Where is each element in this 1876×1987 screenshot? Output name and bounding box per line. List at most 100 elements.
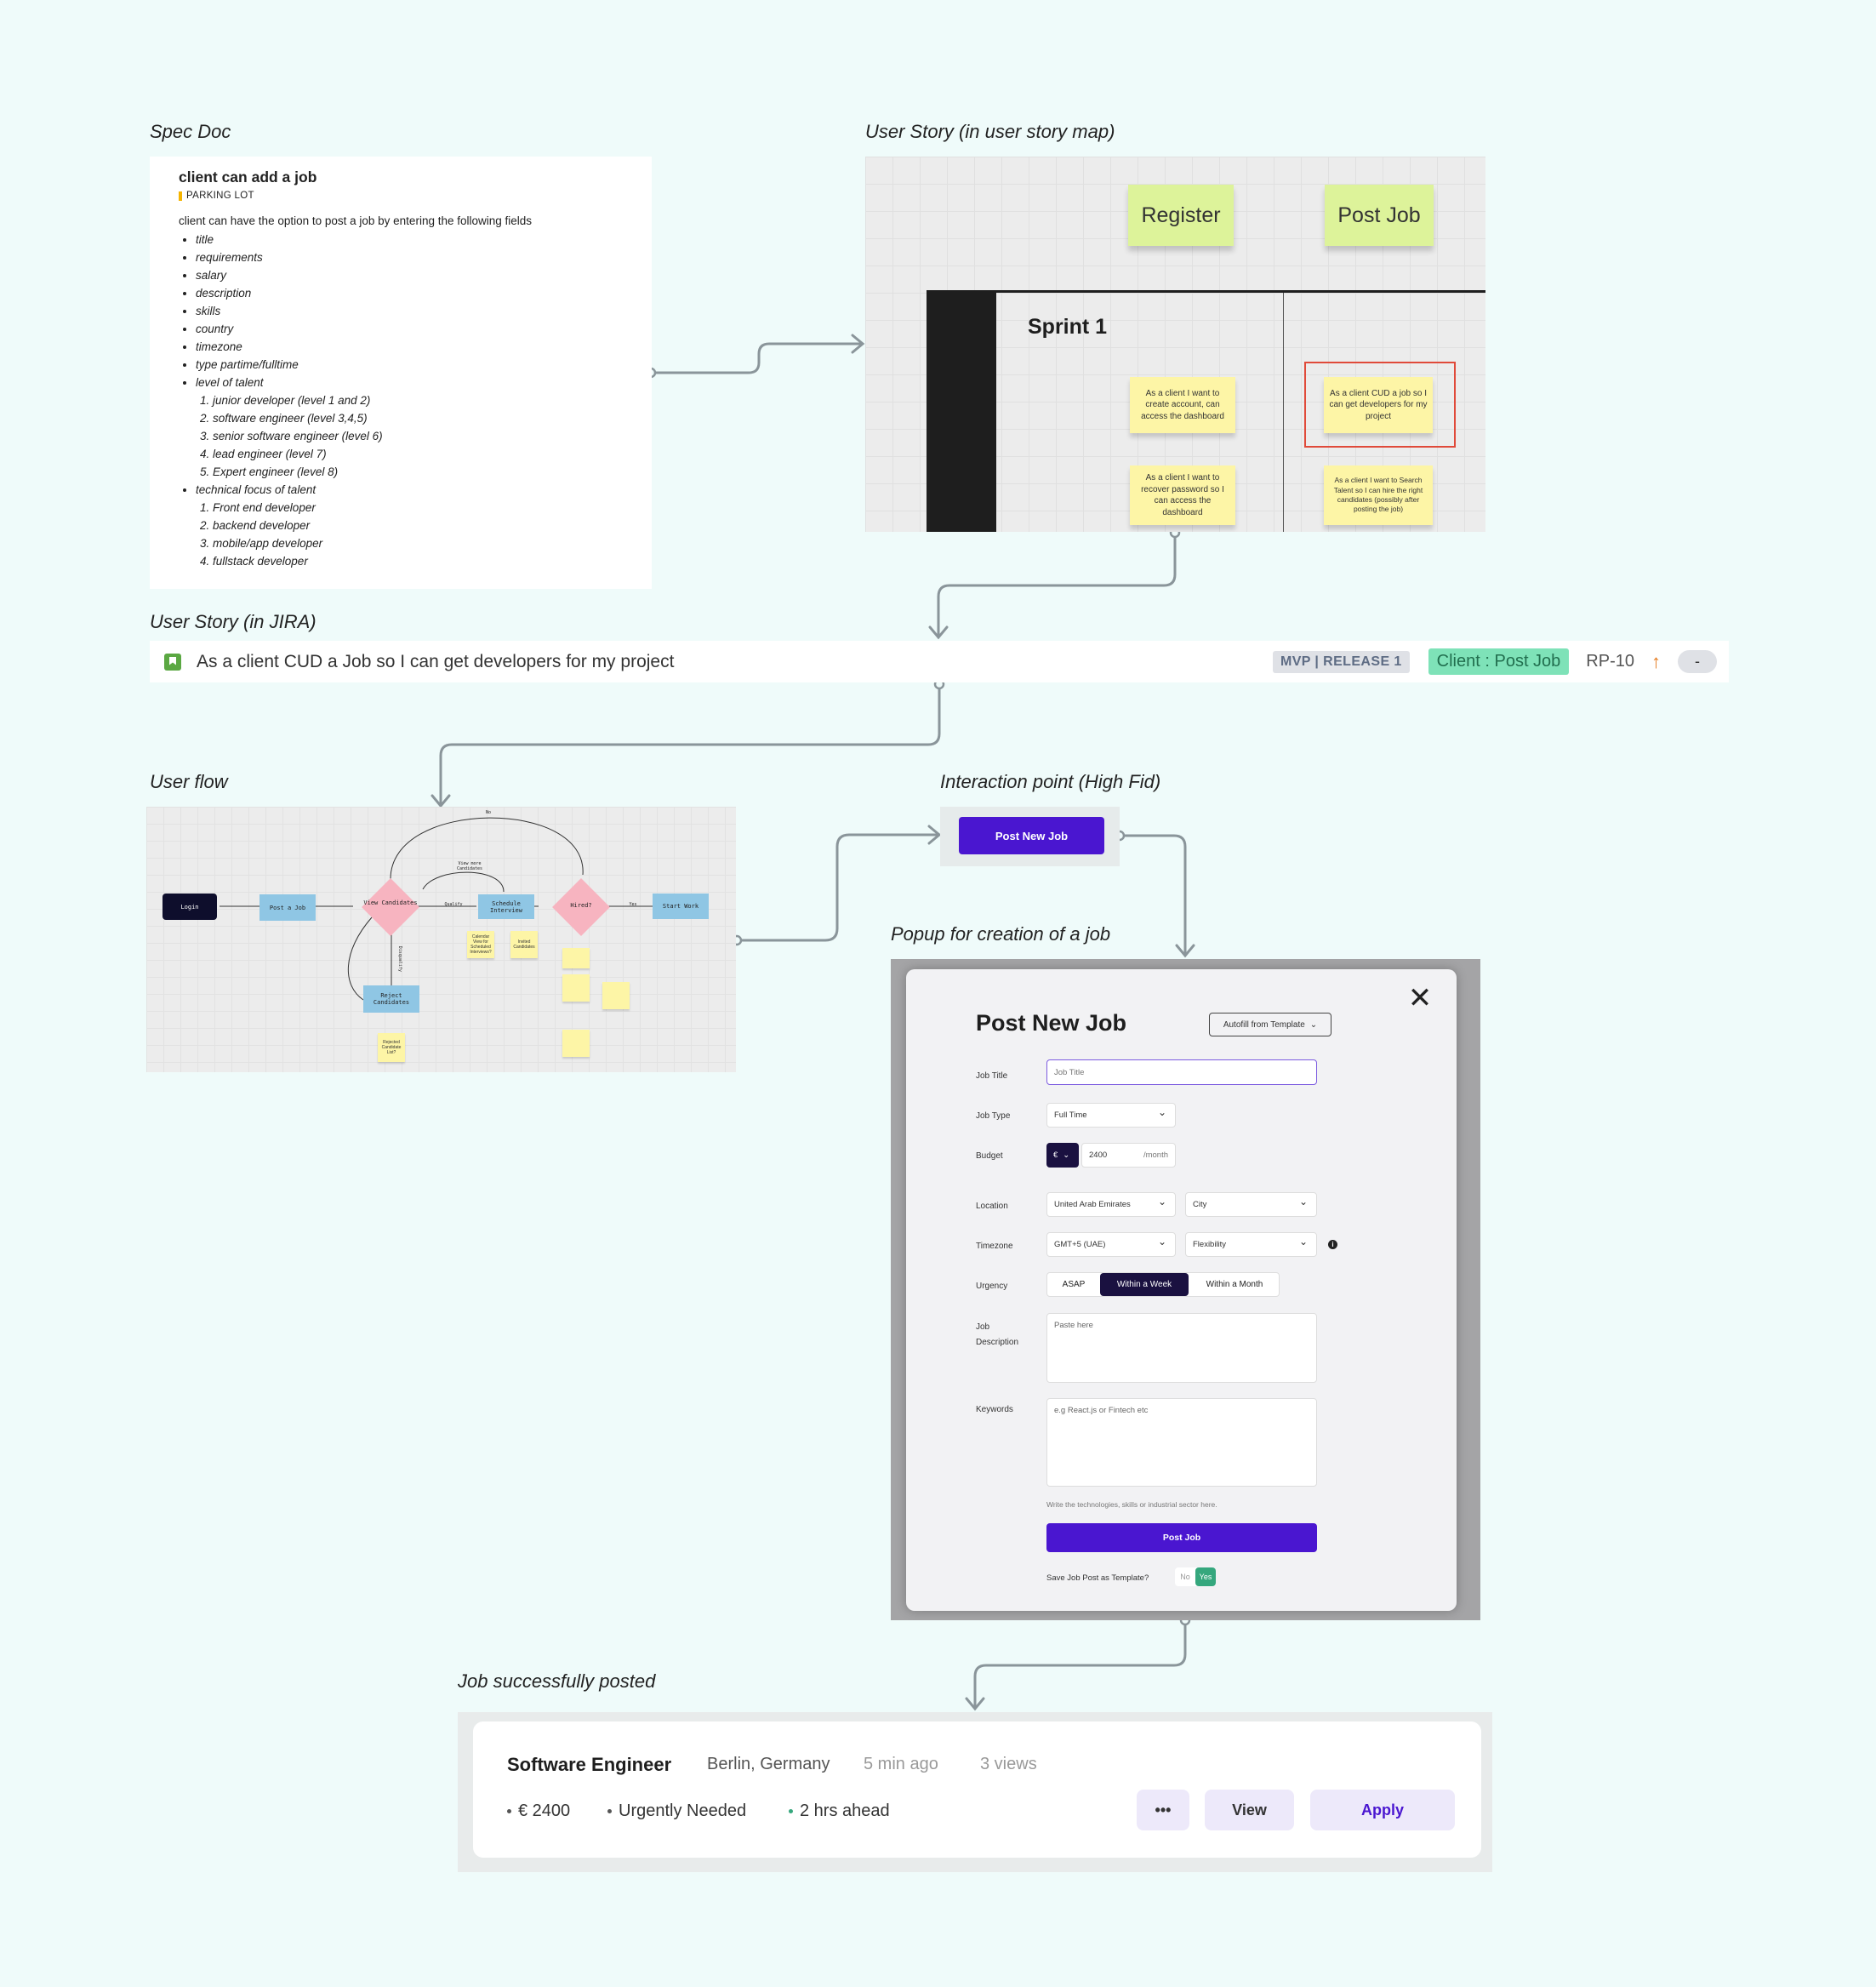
jira-issue-row[interactable]: As a client CUD a Job so I can get devel… bbox=[150, 641, 1729, 682]
story-map-label: User Story (in user story map) bbox=[865, 121, 1115, 142]
job-type-select[interactable]: Full Time bbox=[1046, 1103, 1176, 1128]
timezone-label: Timezone bbox=[976, 1242, 1013, 1251]
story-type-icon bbox=[164, 653, 181, 671]
flow-node-start-work[interactable]: Start Work bbox=[653, 894, 709, 919]
flow-note[interactable] bbox=[562, 974, 590, 1002]
flow-note[interactable] bbox=[562, 1030, 590, 1057]
more-options-button[interactable]: ••• bbox=[1137, 1790, 1189, 1830]
story-sticky-create-account[interactable]: As a client I want to create account, ca… bbox=[1130, 377, 1235, 433]
sprint-bar bbox=[927, 290, 996, 532]
budget-value: 2400 bbox=[1089, 1151, 1108, 1160]
bullet-dot bbox=[607, 1809, 612, 1814]
post-job-submit-button[interactable]: Post Job bbox=[1046, 1523, 1317, 1552]
flow-note[interactable] bbox=[602, 982, 630, 1009]
chevron-down-icon: ⌄ bbox=[1309, 1019, 1318, 1030]
flow-label-view-candidates: View Candidates bbox=[363, 899, 418, 906]
spec-doc: client can add a job PARKING LOT client … bbox=[150, 157, 652, 589]
autofill-template-dropdown[interactable]: Autofill from Template ⌄ bbox=[1209, 1013, 1331, 1036]
budget-unit: /month bbox=[1143, 1151, 1168, 1160]
flow-node-schedule-interview[interactable]: Schedule Interview bbox=[478, 894, 534, 919]
autofill-label: Autofill from Template bbox=[1223, 1019, 1305, 1030]
highlight-box bbox=[1304, 362, 1456, 448]
talent-level-list: junior developer (level 1 and 2) softwar… bbox=[213, 391, 623, 481]
popup-label: Popup for creation of a job bbox=[891, 923, 1111, 945]
job-views: 3 views bbox=[980, 1755, 1037, 1773]
job-card[interactable]: Software Engineer Berlin, Germany 5 min … bbox=[473, 1721, 1481, 1858]
urgency-option-within-week[interactable]: Within a Week bbox=[1100, 1273, 1189, 1296]
city-select[interactable]: City bbox=[1185, 1192, 1317, 1217]
talent-level-item: junior developer (level 1 and 2) bbox=[213, 391, 623, 409]
template-option-no[interactable]: No bbox=[1175, 1567, 1195, 1586]
tech-focus-list: Front end developer backend developer mo… bbox=[213, 499, 623, 570]
flow-node-reject-candidates[interactable]: Reject Candidates bbox=[363, 985, 419, 1013]
flexibility-select[interactable]: Flexibility bbox=[1185, 1232, 1317, 1257]
spec-field: skills bbox=[196, 302, 623, 320]
close-icon[interactable]: ✕ bbox=[1394, 973, 1445, 1024]
epic-badge[interactable]: Client : Post Job bbox=[1428, 648, 1570, 675]
story-sticky-search-talent[interactable]: As a client I want to Search Talent so I… bbox=[1324, 465, 1433, 525]
flow-note[interactable] bbox=[562, 948, 590, 968]
info-icon[interactable]: i bbox=[1328, 1240, 1337, 1249]
apply-button[interactable]: Apply bbox=[1310, 1790, 1455, 1830]
sprint-column-divider bbox=[1283, 293, 1284, 532]
save-template-label: Save Job Post as Template? bbox=[1046, 1573, 1149, 1583]
epic-sticky-post-job[interactable]: Post Job bbox=[1325, 185, 1434, 246]
sprint-title: Sprint 1 bbox=[1028, 315, 1108, 339]
modal-title: Post New Job bbox=[976, 1010, 1127, 1036]
story-sticky-recover-password[interactable]: As a client I want to recover password s… bbox=[1130, 465, 1235, 525]
flow-note-rejected[interactable]: Rejected Candidate List? bbox=[378, 1033, 405, 1062]
jira-summary[interactable]: As a client CUD a Job so I can get devel… bbox=[197, 652, 1273, 672]
spec-doc-tag: PARKING LOT bbox=[179, 191, 623, 201]
popup-backdrop: Post New Job Autofill from Template ⌄ Job… bbox=[891, 959, 1480, 1620]
currency-value: € bbox=[1053, 1151, 1058, 1160]
view-button[interactable]: View bbox=[1205, 1790, 1294, 1830]
keywords-textarea[interactable]: e.g React.js or Fintech etc bbox=[1046, 1398, 1317, 1487]
bullet-dot bbox=[507, 1809, 511, 1814]
status-dropdown[interactable]: - bbox=[1678, 650, 1717, 673]
flow-node-post-job[interactable]: Post a Job bbox=[259, 894, 316, 921]
urgency-option-within-month[interactable]: Within a Month bbox=[1189, 1273, 1280, 1296]
talent-level-item: software engineer (level 3,4,5) bbox=[213, 409, 623, 427]
flow-node-login[interactable]: Login bbox=[163, 894, 217, 920]
job-title-label: Job Title bbox=[976, 1071, 1008, 1081]
release-badge: MVP | RELEASE 1 bbox=[1273, 650, 1410, 673]
job-description-textarea[interactable]: Paste here bbox=[1046, 1313, 1317, 1383]
currency-select[interactable]: € ⌄ bbox=[1046, 1143, 1079, 1168]
epic-sticky-register[interactable]: Register bbox=[1128, 185, 1234, 246]
job-card-container: Software Engineer Berlin, Germany 5 min … bbox=[458, 1712, 1492, 1872]
job-budget: € 2400 bbox=[507, 1801, 570, 1821]
edge-label-yes: Yes bbox=[629, 902, 637, 907]
flow-note-calendar[interactable]: Calendar View for Scheduled Interviews? bbox=[467, 931, 494, 958]
template-option-yes[interactable]: Yes bbox=[1195, 1567, 1216, 1586]
jira-label: User Story (in JIRA) bbox=[150, 611, 316, 632]
urgency-label: Urgency bbox=[976, 1282, 1008, 1291]
post-new-job-button[interactable]: Post New Job bbox=[959, 817, 1104, 854]
spec-doc-tag-label: PARKING LOT bbox=[186, 191, 254, 201]
budget-input[interactable]: 2400/month bbox=[1081, 1143, 1176, 1168]
job-budget-value: € 2400 bbox=[518, 1801, 571, 1820]
job-urgency-value: Urgently Needed bbox=[619, 1801, 747, 1820]
job-urgency: Urgently Needed bbox=[607, 1801, 746, 1821]
connector-jira-to-flow bbox=[439, 684, 941, 805]
chevron-down-icon: ⌄ bbox=[1063, 1151, 1070, 1160]
spec-field: country bbox=[196, 320, 623, 338]
spec-field-talent-level: level of talent junior developer (level … bbox=[196, 374, 623, 481]
connector-popup-to-card bbox=[973, 1620, 1187, 1708]
spec-field: type partime/fulltime bbox=[196, 356, 623, 374]
tech-focus-item: Front end developer bbox=[213, 499, 623, 517]
job-title[interactable]: Software Engineer bbox=[507, 1754, 671, 1776]
flow-note-invited[interactable]: Invited Candidates bbox=[510, 931, 538, 958]
spec-field: requirements bbox=[196, 248, 623, 266]
job-title-input[interactable] bbox=[1046, 1059, 1317, 1085]
edge-label-view-more: View more Candidates bbox=[456, 861, 483, 871]
connector-spec-to-map bbox=[651, 342, 861, 374]
story-map-board: Register Post Job Sprint 1 As a client I… bbox=[865, 157, 1485, 532]
urgency-segmented-control: ASAP Within a Week Within a Month bbox=[1046, 1272, 1280, 1297]
urgency-option-asap[interactable]: ASAP bbox=[1047, 1273, 1100, 1296]
spec-field-talent-level-label: level of talent bbox=[196, 376, 264, 389]
job-description-label: Job Description bbox=[976, 1322, 1019, 1347]
country-select[interactable]: United Arab Emirates bbox=[1046, 1192, 1176, 1217]
issue-key[interactable]: RP-10 bbox=[1586, 652, 1634, 671]
timezone-select[interactable]: GMT+5 (UAE) bbox=[1046, 1232, 1176, 1257]
spec-doc-intro: client can have the option to post a job… bbox=[179, 214, 533, 227]
